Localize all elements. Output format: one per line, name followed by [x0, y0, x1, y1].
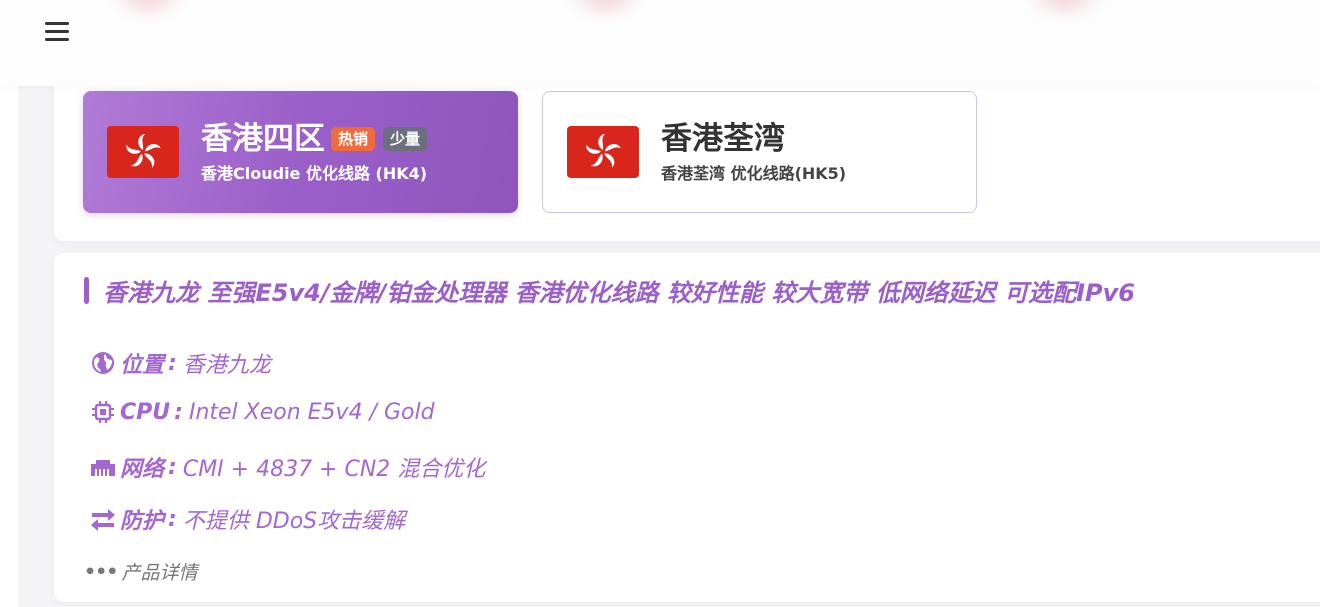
decorative-blur — [565, 0, 645, 20]
spec-value: 香港九龙 — [182, 353, 271, 378]
hot-badge: 热销 — [331, 127, 376, 151]
limited-badge: 少量 — [383, 127, 428, 151]
spec-value: 不提供 DDoS攻击缓解 — [182, 509, 406, 534]
spec-separator: : — [168, 350, 177, 376]
spec-separator: : — [174, 399, 183, 425]
globe-icon — [90, 350, 116, 376]
hamburger-menu-icon[interactable] — [45, 22, 69, 42]
spec-separator: : — [168, 506, 177, 532]
ethernet-icon — [90, 454, 116, 480]
spec-label: 防护 — [120, 509, 165, 534]
product-title-text: 香港九龙 至强E5v4/金牌/铂金处理器 香港优化线路 较好性能 较大宽带 低网… — [103, 279, 1135, 307]
ellipsis-icon: ••• — [84, 560, 118, 583]
top-bar — [0, 0, 1320, 86]
hong-kong-flag-icon — [567, 126, 639, 178]
spec-cpu: CPU : Intel Xeon E5v4 / Gold — [90, 399, 435, 425]
product-panel: 香港九龙 至强E5v4/金牌/铂金处理器 香港优化线路 较好性能 较大宽带 低网… — [54, 253, 1320, 602]
hong-kong-flag-icon — [107, 126, 179, 178]
region-title: 香港四区 — [201, 121, 325, 157]
decorative-blur — [108, 0, 188, 20]
region-card-hk4[interactable]: 香港四区 热销 少量 香港Cloudie 优化线路 (HK4) — [83, 91, 518, 213]
spec-label: 网络 — [120, 457, 165, 482]
spec-label: CPU — [120, 399, 171, 425]
spec-label: 位置 — [120, 353, 165, 378]
decorative-blur — [1025, 0, 1105, 20]
title-accent-bar — [84, 277, 89, 304]
cpu-chip-icon — [90, 399, 116, 425]
spec-value: Intel Xeon E5v4 / Gold — [188, 399, 435, 425]
left-gutter — [0, 86, 18, 607]
region-card-hk5[interactable]: 香港荃湾 香港荃湾 优化线路(HK5) — [542, 91, 977, 213]
product-details-link[interactable]: ••• 产品详情 — [84, 558, 197, 585]
spec-network: 网络 : CMI + 4837 + CN2 混合优化 — [90, 451, 485, 483]
spec-protection: 防护 : 不提供 DDoS攻击缓解 — [90, 503, 405, 535]
region-title: 香港荃湾 — [661, 121, 785, 157]
product-details-label: 产品详情 — [121, 562, 198, 584]
exchange-arrows-icon — [90, 506, 116, 532]
region-subtitle: 香港荃湾 优化线路(HK5) — [661, 164, 847, 183]
region-subtitle: 香港Cloudie 优化线路 (HK4) — [201, 164, 428, 183]
product-title: 香港九龙 至强E5v4/金牌/铂金处理器 香港优化线路 较好性能 较大宽带 低网… — [84, 273, 1135, 308]
spec-location: 位置 : 香港九龙 — [90, 347, 271, 379]
spec-value: CMI + 4837 + CN2 混合优化 — [182, 457, 486, 482]
spec-separator: : — [168, 454, 177, 480]
